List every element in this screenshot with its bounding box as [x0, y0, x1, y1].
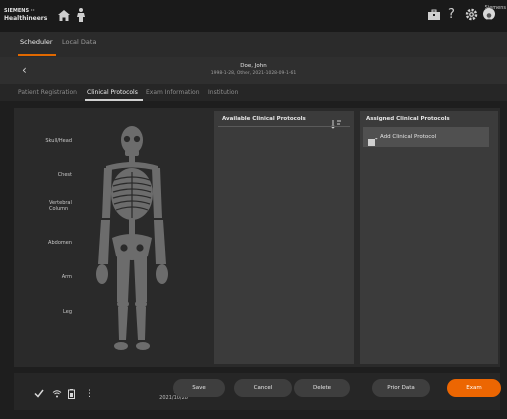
help-icon[interactable]: ?	[448, 8, 455, 22]
available-protocols-panel	[214, 111, 354, 364]
briefcase-icon[interactable]	[427, 9, 441, 25]
save-button[interactable]: Save	[173, 379, 225, 397]
assigned-protocols-panel	[360, 111, 498, 364]
add-protocol-icon	[368, 132, 378, 151]
region-abdomen[interactable]: Abdomen	[12, 240, 72, 246]
siemens-healthineers-logo: SIEMENS ·· Healthineers	[4, 8, 48, 22]
username[interactable]: Siemens	[484, 5, 506, 11]
available-divider	[218, 126, 350, 127]
cancel-button[interactable]: Cancel	[234, 379, 292, 397]
skeleton-figure[interactable]	[88, 122, 176, 352]
region-vertebral-column[interactable]: Vertebral Column	[14, 200, 84, 212]
tab-clinical-protocols[interactable]: Clinical Protocols	[87, 89, 138, 96]
delete-button[interactable]: Delete	[294, 379, 350, 397]
tab-exam-information[interactable]: Exam Information	[146, 89, 200, 96]
gear-icon[interactable]	[465, 8, 478, 25]
tab-local-data[interactable]: Local Data	[62, 38, 96, 46]
patient-name: Doe, John	[240, 63, 267, 69]
check-icon	[34, 389, 44, 401]
home-icon[interactable]	[57, 9, 71, 26]
battery-icon	[68, 389, 75, 402]
person-icon[interactable]	[74, 7, 88, 27]
assigned-protocols-title: Assigned Clinical Protocols	[366, 116, 450, 122]
add-clinical-protocol-label: Add Clinical Protocol	[380, 134, 437, 140]
logo-line2: Healthineers	[4, 15, 48, 22]
prior-data-button[interactable]: Prior Data	[372, 379, 430, 397]
tab-scheduler-underline	[18, 54, 56, 56]
tab-institution[interactable]: Institution	[208, 89, 238, 96]
exam-button[interactable]: Exam	[447, 379, 501, 397]
wifi-icon	[52, 389, 62, 401]
region-skull-head[interactable]: Skull/Head	[12, 138, 72, 144]
tab-scheduler[interactable]: Scheduler	[20, 38, 53, 46]
sort-icon[interactable]	[330, 114, 342, 133]
tab-clinical-protocols-underline	[85, 99, 143, 101]
tab-patient-registration[interactable]: Patient Registration	[18, 89, 77, 96]
available-protocols-title: Available Clinical Protocols	[222, 116, 306, 122]
patient-info: 1998-1-28, Other, 2021-1028-09-1-61	[210, 71, 297, 76]
region-chest[interactable]: Chest	[12, 172, 72, 178]
region-leg[interactable]: Leg	[12, 309, 72, 315]
logo-line1: SIEMENS ··	[4, 8, 35, 14]
region-arm[interactable]: Arm	[12, 274, 72, 280]
more-icon[interactable]: ⋮	[85, 389, 94, 399]
